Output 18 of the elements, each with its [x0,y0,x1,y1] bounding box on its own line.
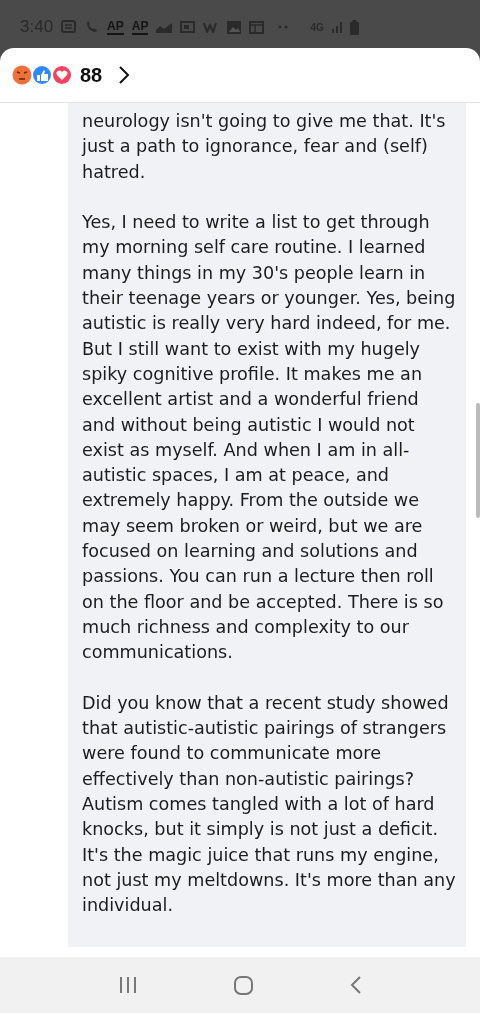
reaction-icons[interactable] [12,63,74,87]
chevron-right-icon[interactable] [118,65,131,85]
battery-icon [349,19,359,35]
signal-icon [331,21,342,33]
recent-apps-icon[interactable] [118,977,137,993]
comment-paragraph: Yes, I need to write a list to get through my morning self care routine. I learned many things in my 30's people learn in their teenage years or younger. Yes, being autistic is really very hard indeed, for me. But I still want to exist with my hugely spiky cognitive profile. It makes me an excellent artist and a wonderful friend and without being autistic I would not exist as myself. And when I am in all-autistic spaces, I am at peace, and extremely happy. From the outside we may seem broken or weird, but we are focused on learning and solutions and passions. You can run a lecture then roll on the floor and be accepted. There is so much richness and complexity to our communications. [82,211,456,665]
back-icon[interactable] [349,976,362,994]
window-icon [249,20,265,34]
chart-icon [156,21,173,33]
home-icon[interactable] [233,975,253,995]
reaction-count[interactable]: 88 [80,63,103,87]
image-icon [227,20,242,34]
w-logo-icon [203,21,220,33]
message-icon [61,20,78,34]
more-icon [278,25,289,29]
comment-paragraph: neurology isn't going to give me that. It's just a path to ignorance, fear and (self) hatred. [82,110,447,184]
card-icon [180,21,196,33]
comment-paragraph: Did you know that a recent study showed that autistic-autistic pairings of strangers were found to communicate more effectively than non-autistic pairings? Autism comes tangled with a lot of hard knocks, but it simply is not just a deficit. It's the magic juice that runs my engine, not just my meltdowns. It's more than any individual. [82,691,456,918]
